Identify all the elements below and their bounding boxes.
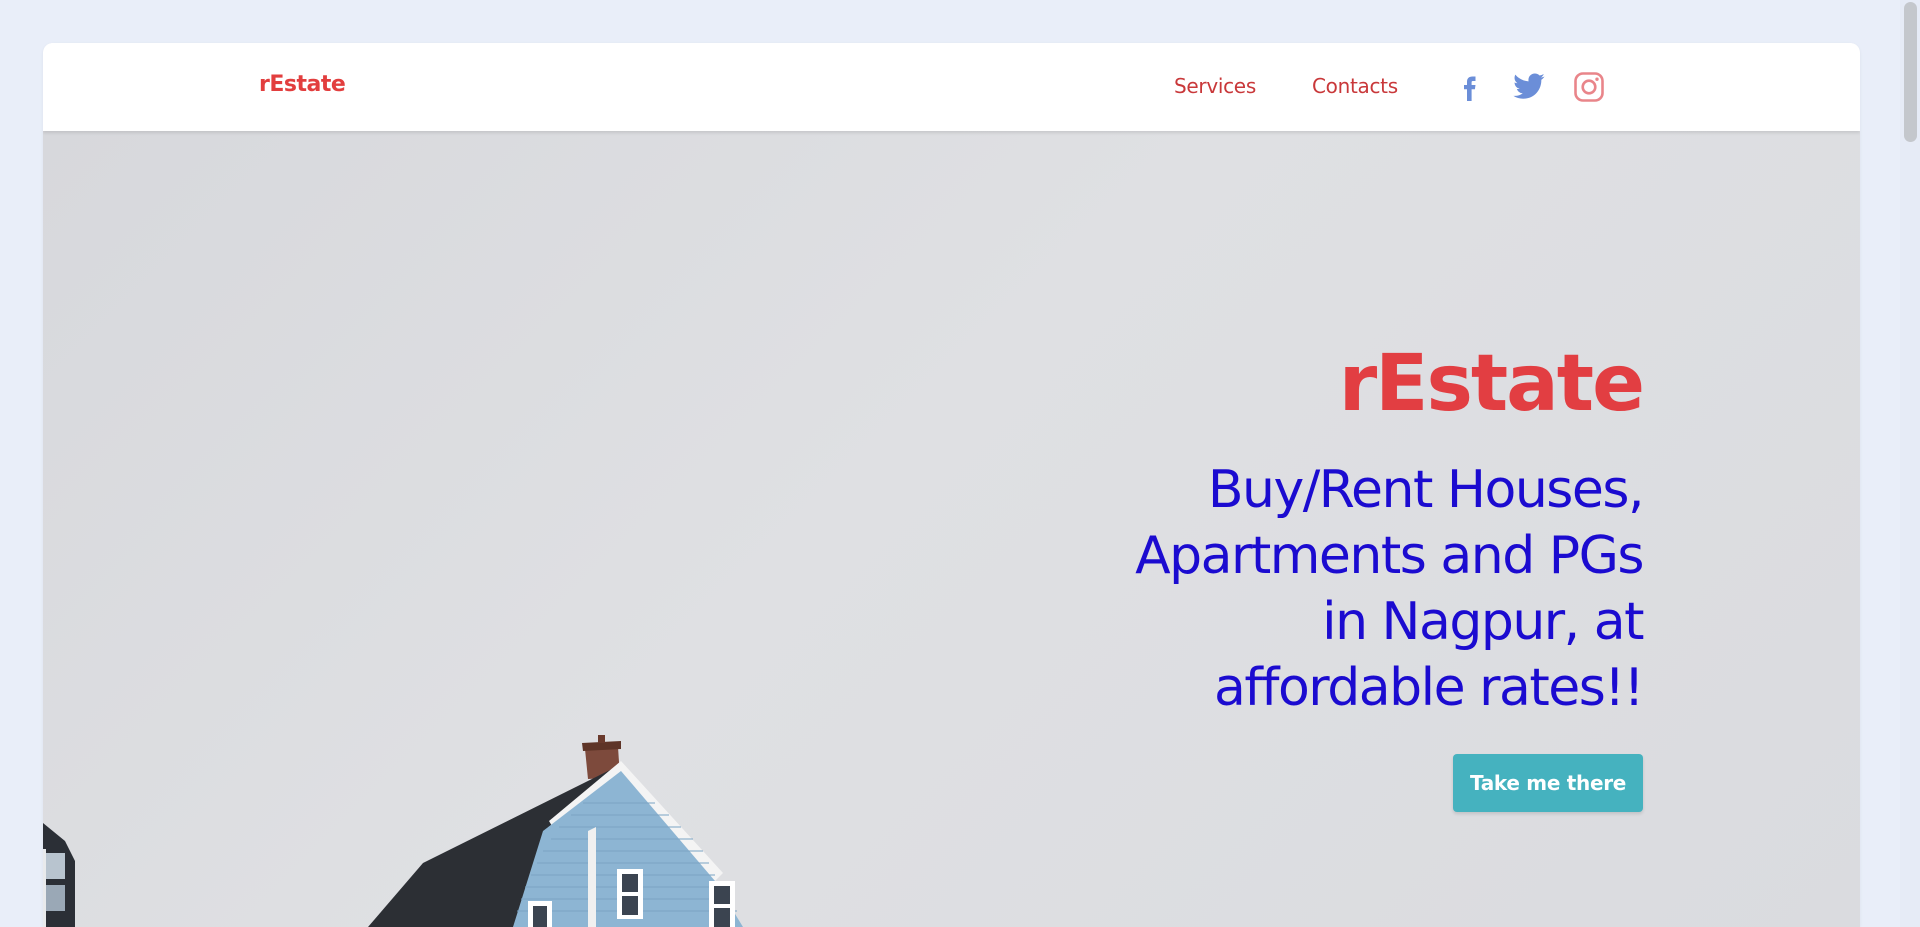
hero-text-block: rEstate Buy/Rent Houses, Apartments and … — [1083, 339, 1645, 721]
neighbor-building — [43, 823, 75, 927]
navbar: rEstate Services Contacts — [43, 43, 1860, 131]
take-me-there-button[interactable]: Take me there — [1453, 754, 1643, 812]
page-scrollbar[interactable] — [1900, 0, 1920, 927]
hero-subtitle: Buy/Rent Houses, Apartments and PGs in N… — [1135, 460, 1644, 718]
hero-title: rEstate — [1338, 339, 1645, 429]
nav-link-contacts[interactable]: Contacts — [1312, 74, 1398, 98]
hero-section: rEstate Buy/Rent Houses, Apartments and … — [43, 131, 1860, 927]
brand-logo-link[interactable]: rEstate — [259, 72, 346, 97]
page: rEstate Services Contacts rEstate Buy/Re… — [0, 0, 1920, 927]
scrollbar-thumb[interactable] — [1904, 2, 1917, 142]
nav-link-services[interactable]: Services — [1174, 74, 1256, 98]
instagram-icon[interactable] — [1572, 70, 1606, 104]
facebook-icon[interactable] — [1453, 70, 1487, 104]
twitter-icon[interactable] — [1512, 70, 1546, 104]
site-frame: rEstate Services Contacts rEstate Buy/Re… — [43, 43, 1860, 927]
